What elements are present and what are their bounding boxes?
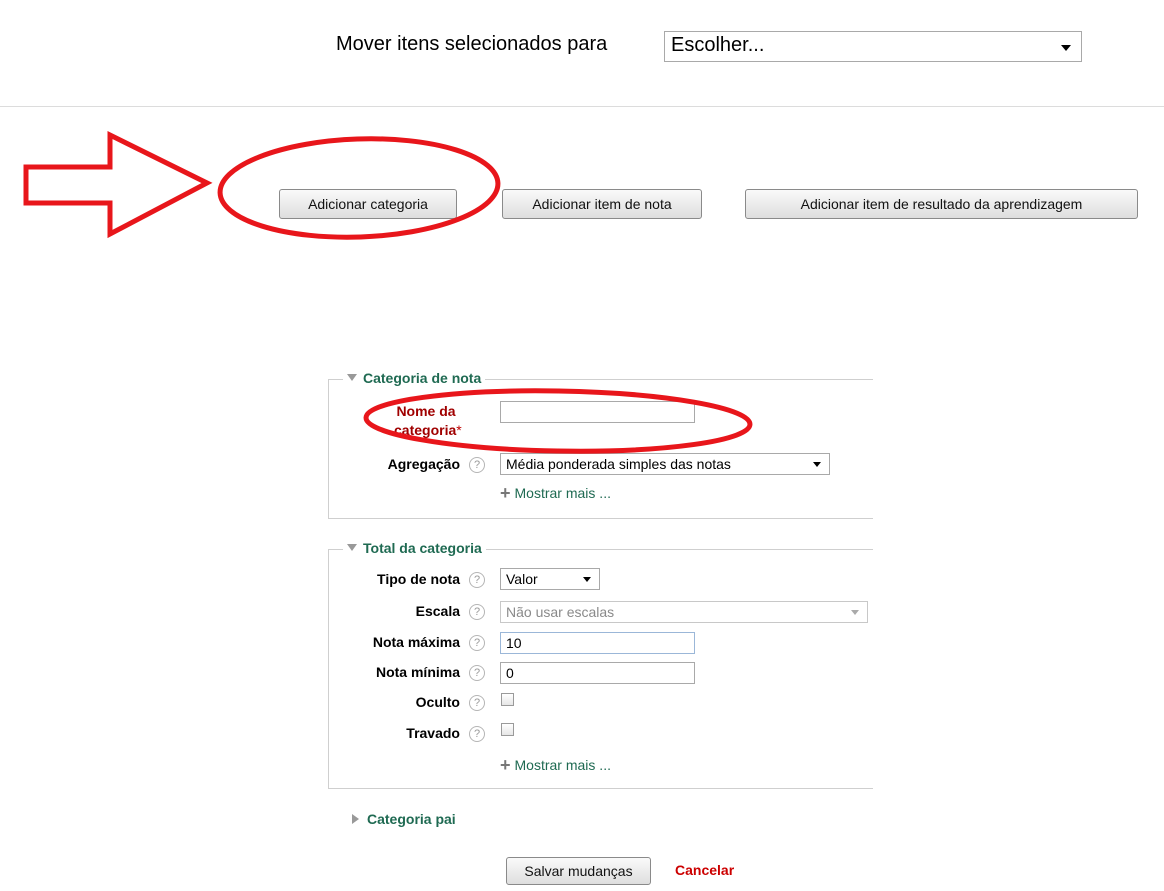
grade-type-select[interactable]: Valor [500, 568, 600, 590]
min-grade-input[interactable]: 0 [500, 662, 695, 684]
show-more-link[interactable]: + Mostrar mais ... [500, 755, 611, 776]
aggregation-select[interactable]: Média ponderada simples das notas [500, 453, 830, 475]
chevron-down-icon [851, 610, 859, 615]
grade-category-legend[interactable]: Categoria de nota [343, 370, 486, 386]
help-icon[interactable]: ? [469, 635, 485, 651]
chevron-down-icon [1061, 44, 1071, 51]
help-icon[interactable]: ? [469, 572, 485, 588]
collapse-triangle-icon [347, 544, 357, 551]
scale-select[interactable]: Não usar escalas [500, 601, 868, 623]
help-icon[interactable]: ? [469, 695, 485, 711]
category-total-legend[interactable]: Total da categoria [343, 540, 486, 556]
parent-category-legend[interactable]: Categoria pai [348, 811, 460, 827]
circle-annotation-add-category [217, 136, 501, 240]
cancel-link[interactable]: Cancelar [675, 862, 734, 878]
chevron-down-icon [813, 462, 821, 467]
max-grade-label: Nota máxima [372, 634, 460, 650]
required-icon: * [456, 422, 462, 438]
help-icon[interactable]: ? [469, 726, 485, 742]
show-more-link[interactable]: + Mostrar mais ... [500, 483, 611, 504]
save-changes-button[interactable]: Salvar mudanças [506, 857, 651, 885]
move-items-select[interactable]: Escolher... [664, 31, 1082, 62]
category-name-label: Nome da categoria* [394, 403, 462, 438]
add-category-button[interactable]: Adicionar categoria [279, 189, 457, 219]
help-icon[interactable]: ? [469, 665, 485, 681]
add-grade-item-button[interactable]: Adicionar item de nota [502, 189, 702, 219]
max-grade-input[interactable]: 10 [500, 632, 695, 654]
collapse-triangle-icon [347, 374, 357, 381]
help-icon[interactable]: ? [469, 604, 485, 620]
hidden-label: Oculto [415, 694, 460, 710]
add-outcome-item-button[interactable]: Adicionar item de resultado da aprendiza… [745, 189, 1138, 219]
locked-checkbox[interactable] [501, 723, 514, 736]
aggregation-label: Agregação [387, 456, 460, 472]
move-items-select-value: Escolher... [671, 34, 765, 56]
plus-icon: + [500, 755, 511, 775]
help-icon[interactable]: ? [469, 457, 485, 473]
min-grade-label: Nota mínima [375, 664, 460, 680]
chevron-down-icon [583, 577, 591, 582]
move-items-label: Mover itens selecionados para [336, 33, 608, 55]
plus-icon: + [500, 483, 511, 503]
expand-triangle-icon [352, 814, 359, 824]
scale-label: Escala [415, 603, 460, 619]
arrow-annotation [23, 130, 213, 239]
category-name-input[interactable] [500, 401, 695, 423]
grade-type-label: Tipo de nota [377, 571, 460, 587]
hidden-checkbox[interactable] [501, 693, 514, 706]
locked-label: Travado [406, 725, 460, 741]
